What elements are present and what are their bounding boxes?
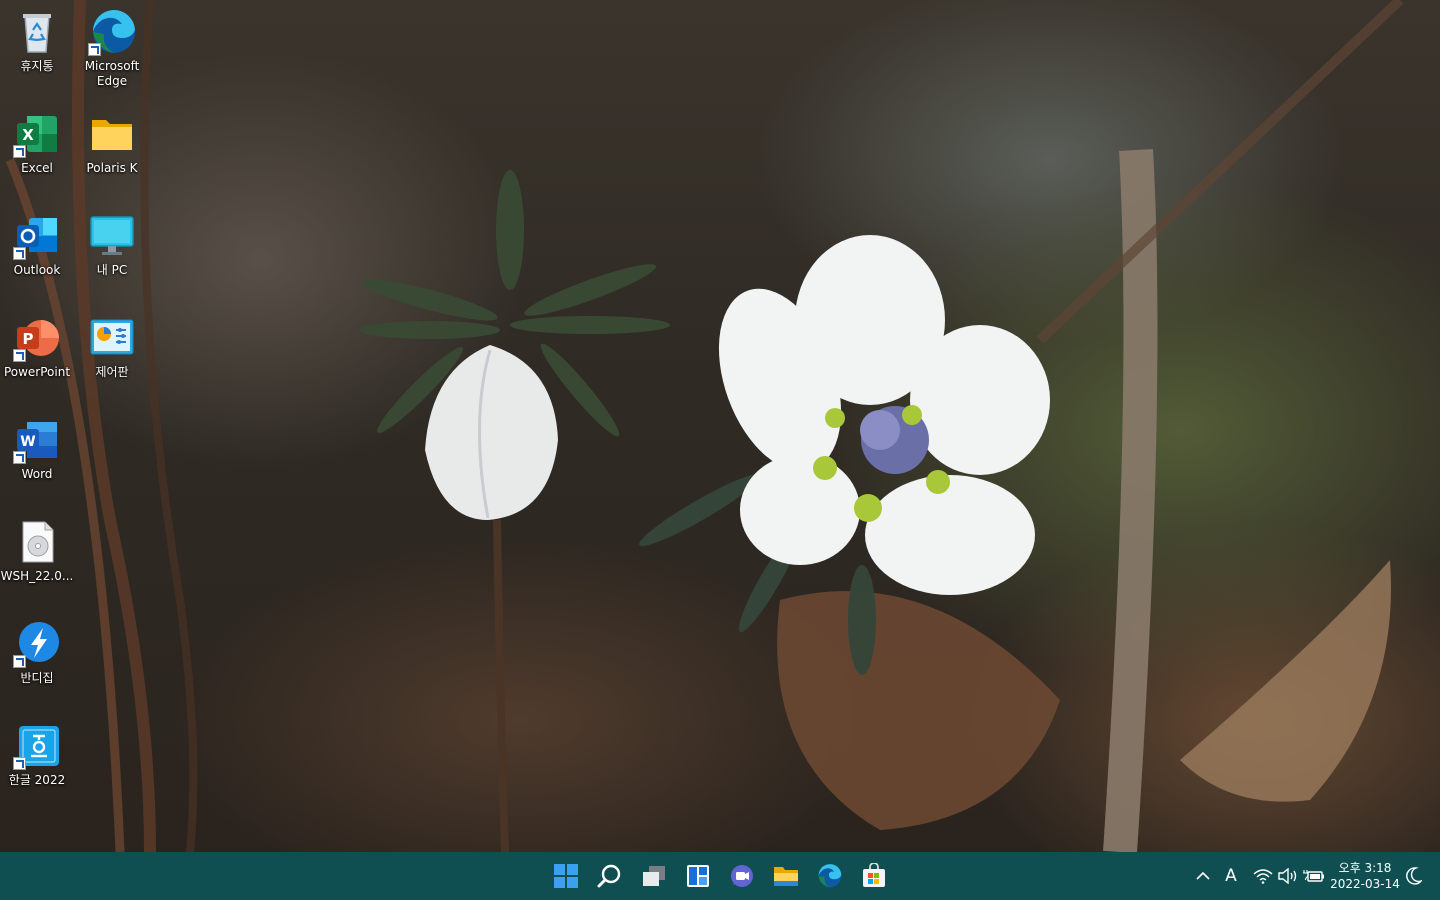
desktop-icon-powerpoint[interactable]: P PowerPoint: [0, 310, 74, 406]
file-explorer-icon: [774, 867, 798, 886]
desktop-icon-label: 한글 2022: [8, 773, 66, 787]
svg-text:W: W: [20, 434, 35, 450]
svg-text:P: P: [23, 330, 34, 348]
hangul-icon: [13, 722, 61, 770]
shortcut-arrow-icon: [13, 349, 26, 362]
task-view-icon: [643, 866, 665, 886]
desktop-icon-control-panel[interactable]: 제어판: [75, 310, 149, 406]
disc-file-icon: [13, 518, 61, 566]
desktop-wallpaper: [0, 0, 1440, 852]
desktop-icon-label: PowerPoint: [3, 365, 71, 379]
store-button[interactable]: [854, 856, 894, 896]
desktop-icon-excel[interactable]: X Excel: [0, 106, 74, 202]
quick-settings-button[interactable]: [1252, 864, 1326, 888]
widgets-icon: [687, 865, 709, 887]
teams-chat-button[interactable]: [722, 856, 762, 896]
desktop-icon-label: 내 PC: [96, 263, 128, 277]
outlook-icon: [13, 212, 61, 260]
search-icon: [597, 864, 621, 888]
desktop-icon-hangul-2022[interactable]: 한글 2022: [0, 718, 74, 814]
file-explorer-button[interactable]: [766, 856, 806, 896]
start-icon: [554, 864, 578, 888]
clock[interactable]: 오후 3:18 2022-03-14: [1325, 860, 1405, 892]
input-method-indicator[interactable]: A: [1219, 864, 1243, 888]
monitor-icon: [88, 212, 136, 260]
wifi-icon: [1253, 869, 1273, 884]
desktop-icon-microsoft-edge[interactable]: Microsoft Edge: [75, 4, 149, 100]
excel-icon: X: [13, 110, 61, 158]
widgets-button[interactable]: [678, 856, 718, 896]
desktop-icon-label: 제어판: [95, 365, 129, 379]
chevron-up-icon: [1196, 871, 1210, 880]
desktop-icon-label: 휴지통: [20, 59, 54, 73]
search-button[interactable]: [590, 856, 630, 896]
desktop-icon-word[interactable]: W Word: [0, 412, 74, 508]
powerpoint-icon: P: [13, 314, 61, 362]
recycle-bin-icon: [13, 8, 61, 56]
desktop-icon-this-pc[interactable]: 내 PC: [75, 208, 149, 304]
desktop-icon-recycle-bin[interactable]: 휴지통: [0, 4, 74, 100]
desktop-icon-label: Polaris K: [86, 161, 138, 175]
shortcut-arrow-icon: [13, 145, 26, 158]
shortcut-arrow-icon: [13, 451, 26, 464]
desktop-icon-label: Microsoft Edge: [84, 59, 140, 88]
desktop-icon-polaris-k[interactable]: Polaris K: [75, 106, 149, 202]
shortcut-arrow-icon: [13, 247, 26, 260]
speaker-icon: [1278, 868, 1297, 884]
desktop-icon-outlook[interactable]: Outlook: [0, 208, 74, 304]
word-icon: W: [13, 416, 61, 464]
control-panel-icon: [88, 314, 136, 362]
edge-icon: [88, 8, 136, 56]
desktop-icon-wsh-file[interactable]: WSH_22.0...: [0, 514, 74, 610]
task-view-button[interactable]: [634, 856, 674, 896]
desktop-icon-label: Excel: [21, 161, 53, 175]
show-hidden-icons-button[interactable]: [1192, 864, 1214, 888]
clock-time: 오후 3:18: [1338, 861, 1392, 875]
do-not-disturb-moon-icon: [1406, 867, 1422, 885]
desktop-icon-label: WSH_22.0...: [0, 569, 74, 583]
teams-chat-icon: [731, 865, 753, 887]
store-icon: [863, 863, 885, 887]
desktop-icon-label: Outlook: [13, 263, 61, 277]
shortcut-arrow-icon: [13, 655, 26, 668]
folder-icon: [88, 110, 136, 158]
start-button[interactable]: [546, 856, 586, 896]
edge-icon: [818, 864, 842, 888]
taskbar: A 오후 3:18 2022-03-14: [0, 852, 1440, 900]
clock-date: 2022-03-14: [1330, 877, 1400, 891]
desktop-icon-label: Word: [21, 467, 53, 481]
battery-plug-icon: [1303, 870, 1324, 882]
svg-text:X: X: [22, 126, 34, 144]
desktop-icon-label: 반디집: [20, 671, 54, 685]
bandizip-icon: [13, 620, 61, 668]
shortcut-arrow-icon: [13, 757, 26, 770]
desktop-icon-bandizip[interactable]: 반디집: [0, 616, 74, 712]
edge-taskbar-button[interactable]: [810, 856, 850, 896]
notification-button[interactable]: [1403, 864, 1425, 888]
shortcut-arrow-icon: [88, 43, 101, 56]
